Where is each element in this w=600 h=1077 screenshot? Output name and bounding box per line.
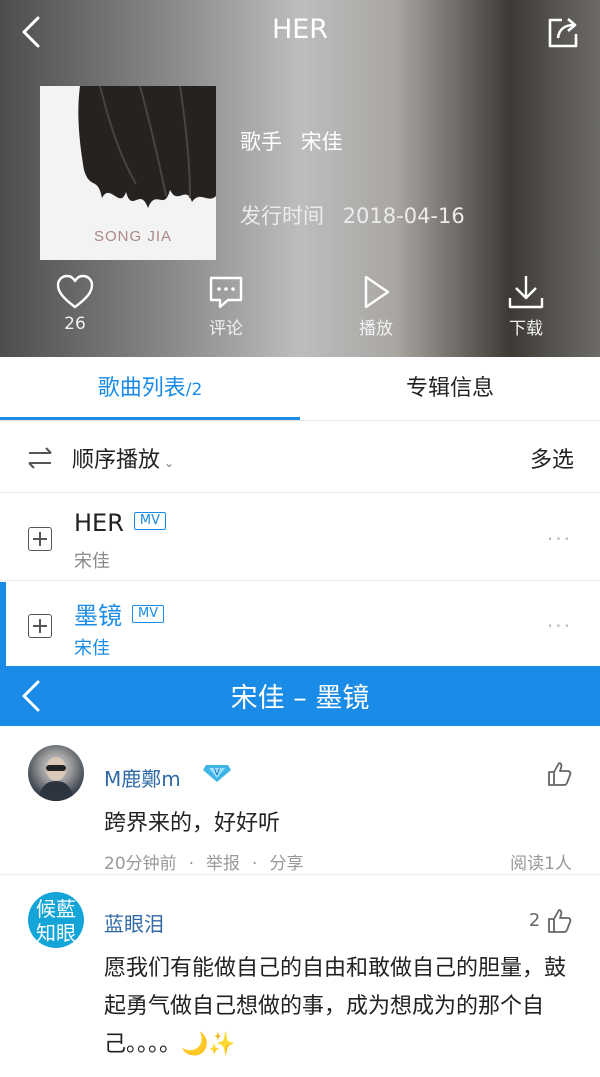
separator: · [188, 854, 195, 874]
play-label: 播放 [359, 319, 393, 339]
album-actions: 26 评论 播放 下载 [0, 274, 600, 344]
comment-username[interactable]: M鹿鄭m [104, 763, 181, 792]
comment-username[interactable]: 蓝眼泪 [104, 908, 164, 937]
cover-brand: SONG JIA [94, 228, 173, 245]
thumbs-up-icon [548, 762, 572, 786]
comment-text: 愿我们有能做自己的自由和敢做自己的胆量，鼓起勇气做自己想做的事，成为想成为的那个… [104, 956, 567, 1057]
read-count: 阅读1人 [510, 854, 572, 874]
comment-item: 候藍 知眼 蓝眼泪 2 愿我们有能做自己的自由和敢做自己的胆量，鼓起勇气做自己想… [0, 892, 600, 1072]
play-icon [364, 275, 390, 309]
comments-header: 宋佳 – 墨镜 [0, 666, 600, 726]
song-title-row: HER MV [74, 509, 166, 537]
release-date: 2018-04-16 [342, 204, 465, 228]
tab-indicator [0, 417, 300, 420]
page-title: HER [271, 14, 329, 45]
svg-text:V: V [214, 768, 221, 778]
comment-label: 评论 [209, 319, 243, 339]
play-button[interactable]: 播放 [326, 274, 426, 339]
add-to-list-icon[interactable] [28, 527, 52, 551]
play-mode-bar: 顺序播放 ⌄ 多选 [0, 422, 600, 493]
comment-icon [209, 276, 243, 309]
now-playing-indicator [0, 582, 6, 668]
tab-song-list-label: 歌曲列表 [97, 376, 186, 401]
more-icon[interactable]: ··· [547, 614, 572, 638]
add-to-list-icon[interactable] [28, 614, 52, 638]
comment-item: M鹿鄭m V 跨界来的，好好听 20分钟前 · 举报 · 分享 阅读1人 [0, 745, 600, 875]
separator: · [252, 854, 258, 874]
avatar[interactable] [28, 745, 84, 801]
comment-text: 跨界来的，好好听 [104, 811, 281, 836]
heart-icon [56, 274, 94, 309]
tab-song-list[interactable]: 歌曲列表/2 [0, 357, 300, 421]
song-row[interactable]: HER MV 宋佳 ··· [0, 495, 600, 581]
tab-bar: 歌曲列表/2 专辑信息 [0, 357, 600, 421]
tab-album-info-label: 专辑信息 [405, 376, 494, 401]
singer-label: 歌手 [240, 130, 282, 154]
sequence-icon[interactable] [26, 444, 54, 472]
download-button[interactable]: 下载 [476, 274, 576, 339]
comment-time: 20分钟前 [104, 854, 177, 874]
more-icon[interactable]: ··· [547, 527, 572, 551]
release-label: 发行时间 [240, 204, 324, 228]
mv-badge[interactable]: MV [132, 605, 165, 623]
like-button[interactable]: 26 [25, 274, 125, 334]
song-count: /2 [185, 380, 203, 400]
vip-diamond-icon: V [203, 765, 231, 782]
album-header: HER SONG JIA 歌手 宋佳 发行时间 2018-04-16 26 评论… [0, 0, 600, 357]
tab-album-info[interactable]: 专辑信息 [300, 357, 600, 421]
multi-select-button[interactable]: 多选 [530, 442, 574, 474]
song-artist: 宋佳 [74, 551, 110, 572]
share-icon [548, 18, 578, 48]
song-title: 墨镜 [74, 602, 122, 630]
like-count: 26 [64, 314, 86, 334]
song-title-row: 墨镜 MV [74, 596, 165, 631]
download-label: 下载 [509, 319, 543, 339]
singer-name[interactable]: 宋佳 [301, 130, 343, 154]
song-title: HER [74, 509, 124, 537]
comment-like-button[interactable]: 2 [529, 908, 572, 934]
thumbs-up-icon [548, 909, 572, 933]
comment-like-button[interactable] [546, 761, 572, 787]
play-mode-selector[interactable]: 顺序播放 ⌄ [72, 442, 174, 474]
singer-row[interactable]: 歌手 宋佳 [240, 126, 343, 156]
avatar-photo [38, 757, 74, 801]
comments-title: 宋佳 – 墨镜 [230, 683, 370, 714]
download-icon [508, 276, 544, 309]
report-link[interactable]: 举报 [206, 854, 240, 874]
album-cover[interactable]: SONG JIA [40, 86, 216, 260]
comment-meta: 20分钟前 · 举报 · 分享 [104, 849, 303, 874]
share-link[interactable]: 分享 [269, 854, 303, 874]
chevron-down-icon: ⌄ [164, 456, 175, 470]
share-button[interactable] [542, 12, 582, 52]
play-mode-label: 顺序播放 [72, 448, 161, 473]
avatar[interactable]: 候藍 知眼 [28, 892, 84, 948]
song-artist: 宋佳 [74, 638, 110, 659]
comment-button[interactable]: 评论 [176, 274, 276, 339]
like-count: 2 [528, 910, 541, 931]
song-row-playing[interactable]: 墨镜 MV 宋佳 ··· [0, 582, 600, 668]
mv-badge[interactable]: MV [133, 512, 166, 530]
release-row: 发行时间 2018-04-16 [240, 200, 465, 230]
